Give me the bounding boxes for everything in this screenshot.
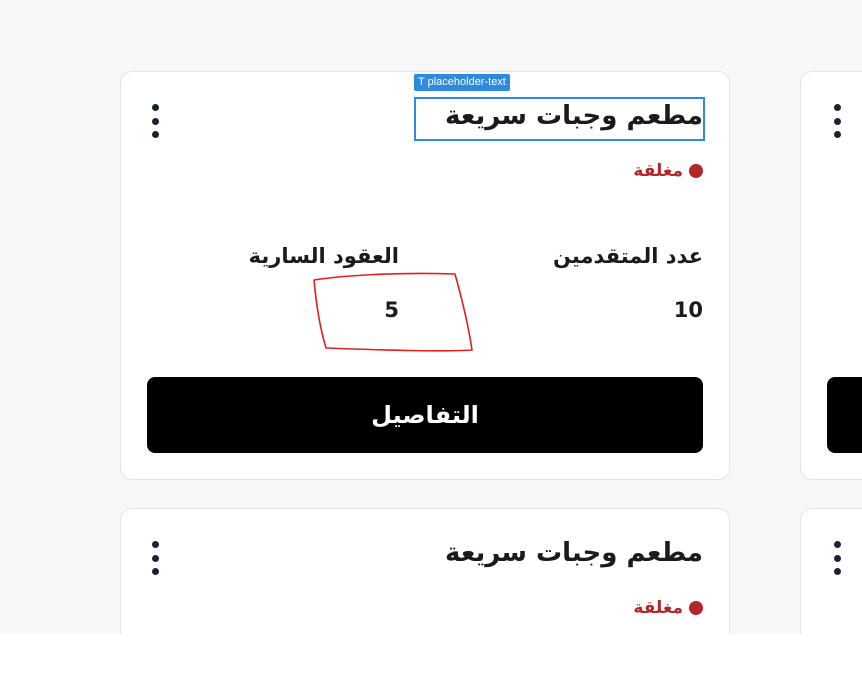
card-title: مطعم وجبات سريعة [445,538,703,568]
more-options-icon[interactable] [151,541,159,575]
restaurant-card [800,508,862,634]
status-dot-icon [689,164,703,178]
status-label: مغلقة [633,598,683,618]
status-badge: مغلقة [633,160,703,182]
cards-grid: مطعم وجبات سريعة مغلقة عدد المتقدمين الع… [0,0,862,634]
status-badge: مغلقة [633,597,703,619]
contracts-label: العقود السارية [248,244,399,268]
selection-tag-label: placeholder-text [427,76,506,88]
restaurant-card: مطعم وجبات سريعة مغلقة عدد المتقدمين الع… [120,71,730,480]
selection-tag: T placeholder-text [414,74,510,91]
applicants-label: عدد المتقدمين [552,244,703,268]
text-type-icon: T [418,76,425,88]
details-button[interactable]: التفاصيل [147,377,703,453]
restaurant-card: مطعم وجبات سريعة مغلقة [120,508,730,634]
more-options-icon[interactable] [151,104,159,138]
applicants-value: 10 [673,298,703,322]
restaurant-card [800,71,862,480]
status-dot-icon [689,601,703,615]
details-button[interactable] [827,377,862,453]
contracts-value: 5 [384,298,399,322]
more-options-icon[interactable] [833,104,841,138]
more-options-icon[interactable] [833,541,841,575]
card-title: مطعم وجبات سريعة [445,101,703,131]
status-label: مغلقة [633,161,683,181]
